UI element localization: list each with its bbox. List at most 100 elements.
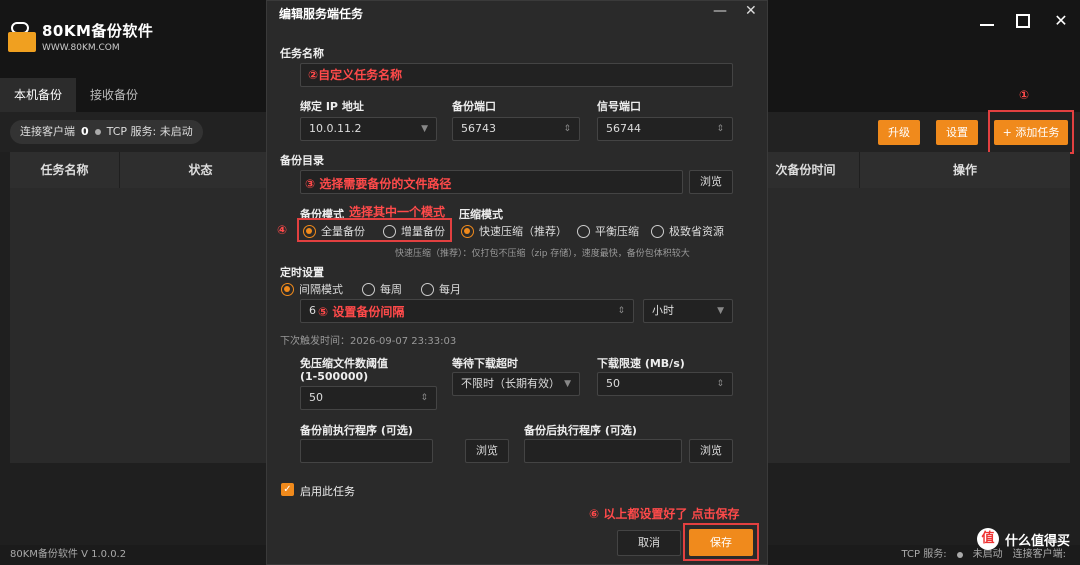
folder-cloud-icon	[8, 21, 38, 52]
maximize-button[interactable]	[1016, 12, 1034, 30]
next-trigger-time: 下次触发时间：2026-09-07 23:33:03	[280, 336, 457, 347]
compress-balanced-radio[interactable]: 平衡压缩	[577, 223, 639, 239]
radio-checked-icon	[303, 224, 316, 238]
checkmark-icon: ✓	[283, 484, 292, 495]
annotation-2: ②自定义任务名称	[308, 68, 403, 82]
task-name-label: 任务名称	[280, 47, 324, 60]
annotation-6: ⑥ 以上都设置好了 点击保存	[589, 507, 740, 521]
radio-icon	[577, 224, 590, 238]
watermark: 值 什么值得买	[976, 528, 1070, 550]
watermark-badge: 值	[976, 528, 999, 550]
cancel-button[interactable]: 取消	[617, 530, 681, 556]
annotation-3: ③ 选择需要备份的文件路径	[305, 177, 452, 191]
skip-threshold-range: (1-500000)	[300, 370, 369, 383]
col-task-name: 任务名称	[10, 152, 120, 188]
clients-label: 连接客户端	[20, 125, 75, 138]
pre-exec-input[interactable]	[300, 439, 433, 463]
logo-subtitle: WWW.80KM.COM	[42, 43, 120, 53]
enable-task-checkbox[interactable]: ✓	[281, 483, 294, 496]
post-exec-input[interactable]	[524, 439, 682, 463]
backup-dir-label: 备份目录	[280, 154, 324, 167]
backup-port-value: 56743	[461, 122, 496, 135]
close-icon: ✕	[1054, 11, 1068, 30]
schedule-weekly-radio[interactable]: 每周	[362, 281, 402, 297]
skip-threshold-input[interactable]: 50 ⇕	[300, 386, 437, 410]
interval-unit-value: 小时	[652, 304, 674, 317]
compress-fast-label: 快速压缩（推荐）	[479, 225, 567, 238]
post-exec-browse-button[interactable]: 浏览	[689, 439, 733, 463]
col-actions: 操作	[952, 163, 977, 177]
browse-dir-button[interactable]: 浏览	[689, 170, 733, 194]
download-limit-label: 下载限速 (MB/s)	[597, 357, 685, 370]
maximize-icon	[1016, 14, 1030, 28]
compress-mode-label: 压缩模式	[459, 208, 503, 221]
pre-exec-label: 备份前执行程序 (可选)	[300, 424, 413, 437]
compress-fast-radio[interactable]: 快速压缩（推荐）	[461, 223, 567, 239]
annotation-1: ①	[1019, 88, 1030, 102]
schedule-weekly-label: 每周	[380, 283, 402, 296]
save-button[interactable]: 保存	[689, 529, 753, 556]
signal-port-input[interactable]: 56744 ⇕	[597, 117, 733, 141]
spinner-icon: ⇕	[716, 379, 724, 389]
wait-timeout-label: 等待下载超时	[452, 357, 518, 370]
settings-button[interactable]: 设置	[936, 120, 978, 145]
compress-balanced-label: 平衡压缩	[595, 225, 639, 238]
mode-full-radio[interactable]: 全量备份	[303, 223, 365, 239]
chevron-down-icon: ▼	[564, 379, 571, 389]
schedule-interval-label: 间隔模式	[299, 283, 343, 296]
wait-timeout-value: 不限时（长期有效）	[461, 377, 560, 390]
post-exec-label: 备份后执行程序 (可选)	[524, 424, 637, 437]
radio-icon	[362, 282, 375, 296]
highlight-add-task	[988, 110, 1074, 154]
dialog-minimize-button[interactable]: —	[713, 3, 727, 19]
radio-checked-icon	[461, 224, 474, 238]
compress-hint: 快速压缩（推荐）：仅打包不压缩（zip 存储），速度最快，备份包体积较大	[395, 249, 690, 259]
col-last-backup: 次备份时间	[752, 152, 860, 188]
enable-task-label: 启用此任务	[300, 485, 355, 498]
spinner-icon: ⇕	[563, 124, 571, 134]
minimize-icon: —	[713, 3, 727, 19]
schedule-label: 定时设置	[280, 266, 324, 279]
dialog-title: 编辑服务端任务	[279, 7, 364, 21]
radio-icon	[383, 224, 396, 238]
close-button[interactable]: ✕	[1052, 12, 1070, 30]
bind-ip-select[interactable]: 10.0.11.2 ▼	[300, 117, 437, 141]
tab-local-backup[interactable]: 本机备份	[0, 78, 77, 112]
edit-task-dialog: 编辑服务端任务 — ✕ 任务名称 ②自定义任务名称 绑定 IP 地址 10.0.…	[266, 0, 768, 565]
dialog-close-button[interactable]: ✕	[745, 3, 757, 19]
signal-port-label: 信号端口	[597, 100, 641, 113]
download-limit-input[interactable]: 50 ⇕	[597, 372, 733, 396]
mode-incremental-radio[interactable]: 增量备份	[383, 223, 445, 239]
wait-timeout-select[interactable]: 不限时（长期有效） ▼	[452, 372, 580, 396]
bind-ip-value: 10.0.11.2	[309, 122, 362, 135]
schedule-monthly-label: 每月	[439, 283, 461, 296]
logo-title: 80KM备份软件	[42, 22, 154, 40]
spinner-icon: ⇕	[420, 393, 428, 403]
compress-minimal-radio[interactable]: 极致省资源	[651, 223, 724, 239]
bind-ip-label: 绑定 IP 地址	[300, 100, 364, 113]
status-pill: 连接客户端 0 TCP 服务: 未启动	[10, 120, 203, 144]
watermark-text: 什么值得买	[1004, 533, 1070, 549]
tcp-status-dot-icon	[94, 129, 101, 135]
mode-full-label: 全量备份	[321, 225, 365, 238]
footer-tcp-dot-icon	[956, 552, 963, 558]
main-tabs: 本机备份 接收备份	[0, 78, 152, 112]
interval-unit-select[interactable]: 小时 ▼	[643, 299, 733, 323]
skip-threshold-value: 50	[309, 391, 323, 404]
compress-minimal-label: 极致省资源	[669, 225, 724, 238]
clients-count: 0	[81, 125, 89, 138]
tab-receive-backup[interactable]: 接收备份	[76, 78, 152, 112]
mode-incremental-label: 增量备份	[401, 225, 445, 238]
radio-icon	[421, 282, 434, 296]
upgrade-button[interactable]: 升级	[878, 120, 920, 145]
annotation-5: ⑤ 设置备份间隔	[318, 305, 405, 319]
radio-checked-icon	[281, 282, 294, 296]
interval-value: 6	[309, 304, 316, 317]
schedule-interval-radio[interactable]: 间隔模式	[281, 281, 343, 297]
pre-exec-browse-button[interactable]: 浏览	[465, 439, 509, 463]
download-limit-value: 50	[606, 377, 620, 390]
skip-threshold-label: 免压缩文件数阈值	[300, 357, 388, 370]
schedule-monthly-radio[interactable]: 每月	[421, 281, 461, 297]
backup-port-input[interactable]: 56743 ⇕	[452, 117, 580, 141]
minimize-button[interactable]	[980, 12, 998, 30]
